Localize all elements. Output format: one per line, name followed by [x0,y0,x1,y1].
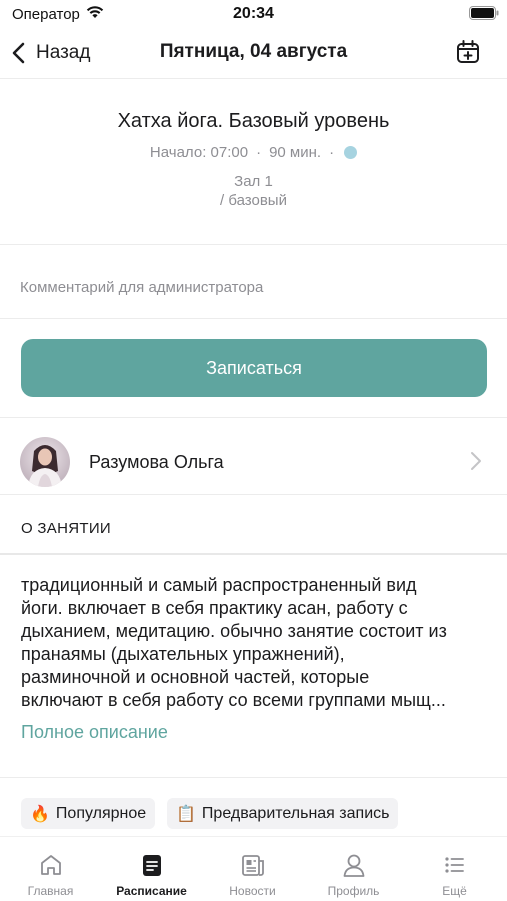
clipboard-icon: 📋 [176,805,196,823]
chevron-right-icon [471,452,481,470]
description-line: дыханием, медитацию. обычно занятие сост… [21,621,447,641]
tag-prebooking: 📋 Предварительная запись [167,798,399,829]
divider [0,318,507,319]
tab-news[interactable]: Новости [202,837,303,901]
description-line: разминочной и основной частей, которые [21,667,370,687]
trainer-row[interactable]: Разумова Ольга [0,418,507,494]
description-line: включают в себя работу со всеми группами… [21,690,446,710]
tab-home[interactable]: Главная [0,837,101,901]
duration: 90 мин. [269,144,322,161]
meta-separator: · [256,144,262,161]
tab-label: Расписание [116,884,187,898]
home-icon [40,855,61,875]
divider [0,494,507,495]
status-time: 20:34 [233,5,274,22]
hall-name: Зал 1 [234,173,273,190]
meta-separator: · [329,144,335,161]
tab-label: Новости [229,884,276,898]
status-bar: Оператор 20:34 [0,0,507,28]
divider [0,244,507,245]
description-line: традиционный и самый распространенный ви… [21,575,417,595]
start-time: Начало: 07:00 [149,144,249,161]
class-color-indicator [344,146,358,159]
tab-profile[interactable]: Профиль [303,837,404,901]
news-icon [241,855,264,876]
nav-bar: Назад Пятница, 04 августа [0,28,507,79]
tag-label: Популярное [55,804,147,822]
class-title: Хатха йога. Базовый уровень [117,110,390,132]
avatar [20,437,70,487]
full-description-link[interactable]: Полное описание [21,722,168,743]
battery-icon [469,6,499,20]
calendar-plus-icon[interactable] [454,38,482,66]
tab-label: Главная [27,884,74,898]
divider [0,553,507,555]
tab-schedule[interactable]: Расписание [101,837,202,901]
schedule-icon [142,855,161,876]
description-line: йоги. включает в себя практику асан, раб… [21,598,408,618]
signup-button[interactable]: Записаться [21,339,487,397]
trainer-name: Разумова Ольга [89,452,224,472]
class-meta: Начало: 07:00 · 90 мин. · [0,144,507,161]
divider [0,777,507,778]
tab-label: Профиль [327,884,380,898]
tab-more[interactable]: Ещё [404,837,505,901]
description-line: пранаямы (дыхательных упражнений), [21,644,345,664]
tag-label: Предварительная запись [201,804,390,822]
admin-comment-input[interactable] [20,272,487,302]
page-title: Пятница, 04 августа [159,41,348,62]
profile-icon [343,854,364,877]
tab-bar: Главная Расписание Новости Профиль Ещё [0,836,507,901]
tab-label: Ещё [442,884,467,898]
tag-popular: 🔥 Популярное [21,798,156,829]
about-section-header: О ЗАНЯТИИ [21,520,111,537]
fire-icon: 🔥 [30,805,50,823]
hall-level: / базовый [220,192,287,209]
class-description: традиционный и самый распространенный ви… [21,574,491,712]
more-icon [444,857,464,873]
